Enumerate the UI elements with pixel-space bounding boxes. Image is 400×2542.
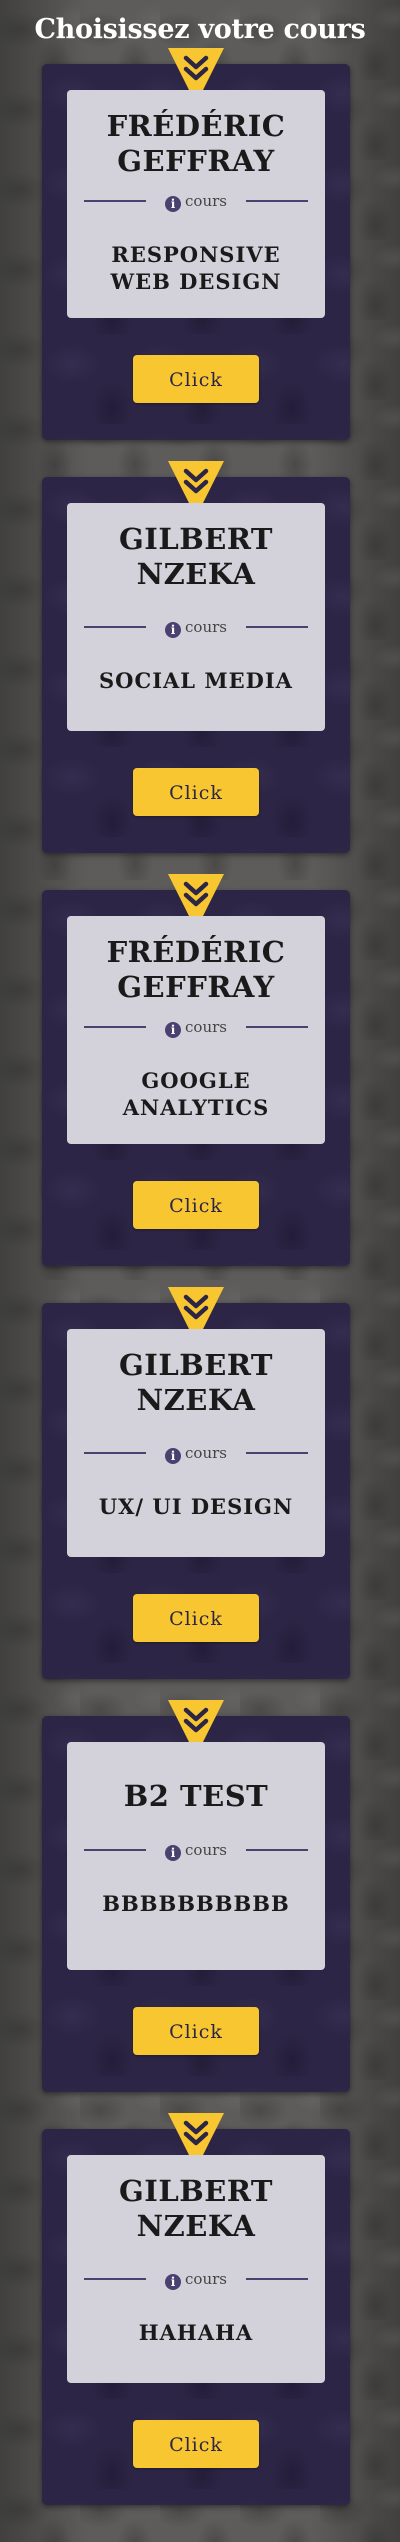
course-list: FRÉDÉRIC GEFFRAY i cours RESPONSIVE WEB D… — [0, 48, 400, 2542]
course-title-line: UX/ UI DESIGN — [98, 1494, 294, 1519]
instructor-name-line: GILBERT — [118, 1348, 273, 1382]
instructor-name-line: NZEKA — [136, 557, 256, 591]
info-icon: i — [165, 196, 182, 212]
instructor-name-line: B2 TEST — [123, 1779, 269, 1813]
info-icon: i — [165, 1022, 182, 1038]
instructor-name: B2 TEST — [67, 1779, 325, 1814]
course-title: HAHAHA — [67, 2319, 325, 2346]
divider: i cours — [84, 1840, 308, 1861]
course-card: GILBERT NZEKA i cours SOCIAL MEDIA Click — [42, 461, 350, 853]
instructor-name: GILBERT NZEKA — [67, 1348, 325, 1418]
click-button[interactable]: Click — [133, 1181, 259, 1229]
course-title: SOCIAL MEDIA — [67, 667, 325, 694]
divider-line — [246, 1452, 308, 1454]
click-button[interactable]: Click — [133, 355, 259, 403]
course-title-line: WEB DESIGN — [110, 269, 282, 294]
divider-line — [246, 1026, 308, 1028]
course-title: RESPONSIVE WEB DESIGN — [67, 241, 325, 295]
course-card: B2 TEST i cours BBBBBBBBBB Click — [42, 1700, 350, 2092]
divider-line — [246, 2278, 308, 2280]
course-card: GILBERT NZEKA i cours UX/ UI DESIGN Click — [42, 1287, 350, 1679]
instructor-name: FRÉDÉRIC GEFFRAY — [67, 109, 325, 179]
course-label: cours — [185, 1018, 227, 1036]
instructor-name-line: GEFFRAY — [117, 970, 275, 1004]
course-info-panel: GILBERT NZEKA i cours HAHAHA — [67, 2155, 325, 2383]
course-label: cours — [185, 192, 227, 210]
instructor-name-line: NZEKA — [136, 1383, 256, 1417]
instructor-name-line: GEFFRAY — [117, 144, 275, 178]
info-icon: i — [165, 1448, 182, 1464]
divider: i cours — [84, 2269, 308, 2290]
info-icon: i — [165, 622, 182, 638]
info-icon: i — [165, 2274, 182, 2290]
instructor-name-line: FRÉDÉRIC — [106, 935, 286, 969]
divider: i cours — [84, 191, 308, 212]
course-info-panel: GILBERT NZEKA i cours UX/ UI DESIGN — [67, 1329, 325, 1557]
course-title-line: SOCIAL MEDIA — [99, 668, 293, 693]
course-title-line: ANALYTICS — [122, 1095, 270, 1120]
divider-line — [246, 1849, 308, 1851]
course-card: FRÉDÉRIC GEFFRAY i cours GOOGLE ANALYTICS… — [42, 874, 350, 1266]
instructor-name: GILBERT NZEKA — [67, 2174, 325, 2244]
divider: i cours — [84, 1017, 308, 1038]
divider-line — [246, 626, 308, 628]
instructor-name-line: NZEKA — [136, 2209, 256, 2243]
click-button[interactable]: Click — [133, 1594, 259, 1642]
course-label: cours — [185, 2270, 227, 2288]
click-button[interactable]: Click — [133, 2007, 259, 2055]
click-button[interactable]: Click — [133, 768, 259, 816]
instructor-name-line: GILBERT — [118, 2174, 273, 2208]
course-info-panel: FRÉDÉRIC GEFFRAY i cours RESPONSIVE WEB D… — [67, 90, 325, 318]
course-card: GILBERT NZEKA i cours HAHAHA Click — [42, 2113, 350, 2505]
divider-line — [246, 200, 308, 202]
course-label: cours — [185, 1841, 227, 1859]
course-title: BBBBBBBBBB — [67, 1890, 325, 1917]
divider: i cours — [84, 1443, 308, 1464]
course-title-line: GOOGLE — [141, 1068, 251, 1093]
info-icon: i — [165, 1845, 182, 1861]
course-label: cours — [185, 618, 227, 636]
instructor-name-line: FRÉDÉRIC — [106, 109, 286, 143]
course-title-line: BBBBBBBBBB — [102, 1891, 290, 1916]
course-title: UX/ UI DESIGN — [67, 1493, 325, 1520]
course-title-line: HAHAHA — [138, 2320, 254, 2345]
course-info-panel: FRÉDÉRIC GEFFRAY i cours GOOGLE ANALYTICS — [67, 916, 325, 1144]
instructor-name: FRÉDÉRIC GEFFRAY — [67, 935, 325, 1005]
course-title: GOOGLE ANALYTICS — [67, 1067, 325, 1121]
instructor-name-line: GILBERT — [118, 522, 273, 556]
course-info-panel: B2 TEST i cours BBBBBBBBBB — [67, 1742, 325, 1970]
instructor-name: GILBERT NZEKA — [67, 522, 325, 592]
click-button[interactable]: Click — [133, 2420, 259, 2468]
divider: i cours — [84, 617, 308, 638]
course-info-panel: GILBERT NZEKA i cours SOCIAL MEDIA — [67, 503, 325, 731]
course-title-line: RESPONSIVE — [111, 242, 281, 267]
course-label: cours — [185, 1444, 227, 1462]
course-card: FRÉDÉRIC GEFFRAY i cours RESPONSIVE WEB D… — [42, 48, 350, 440]
